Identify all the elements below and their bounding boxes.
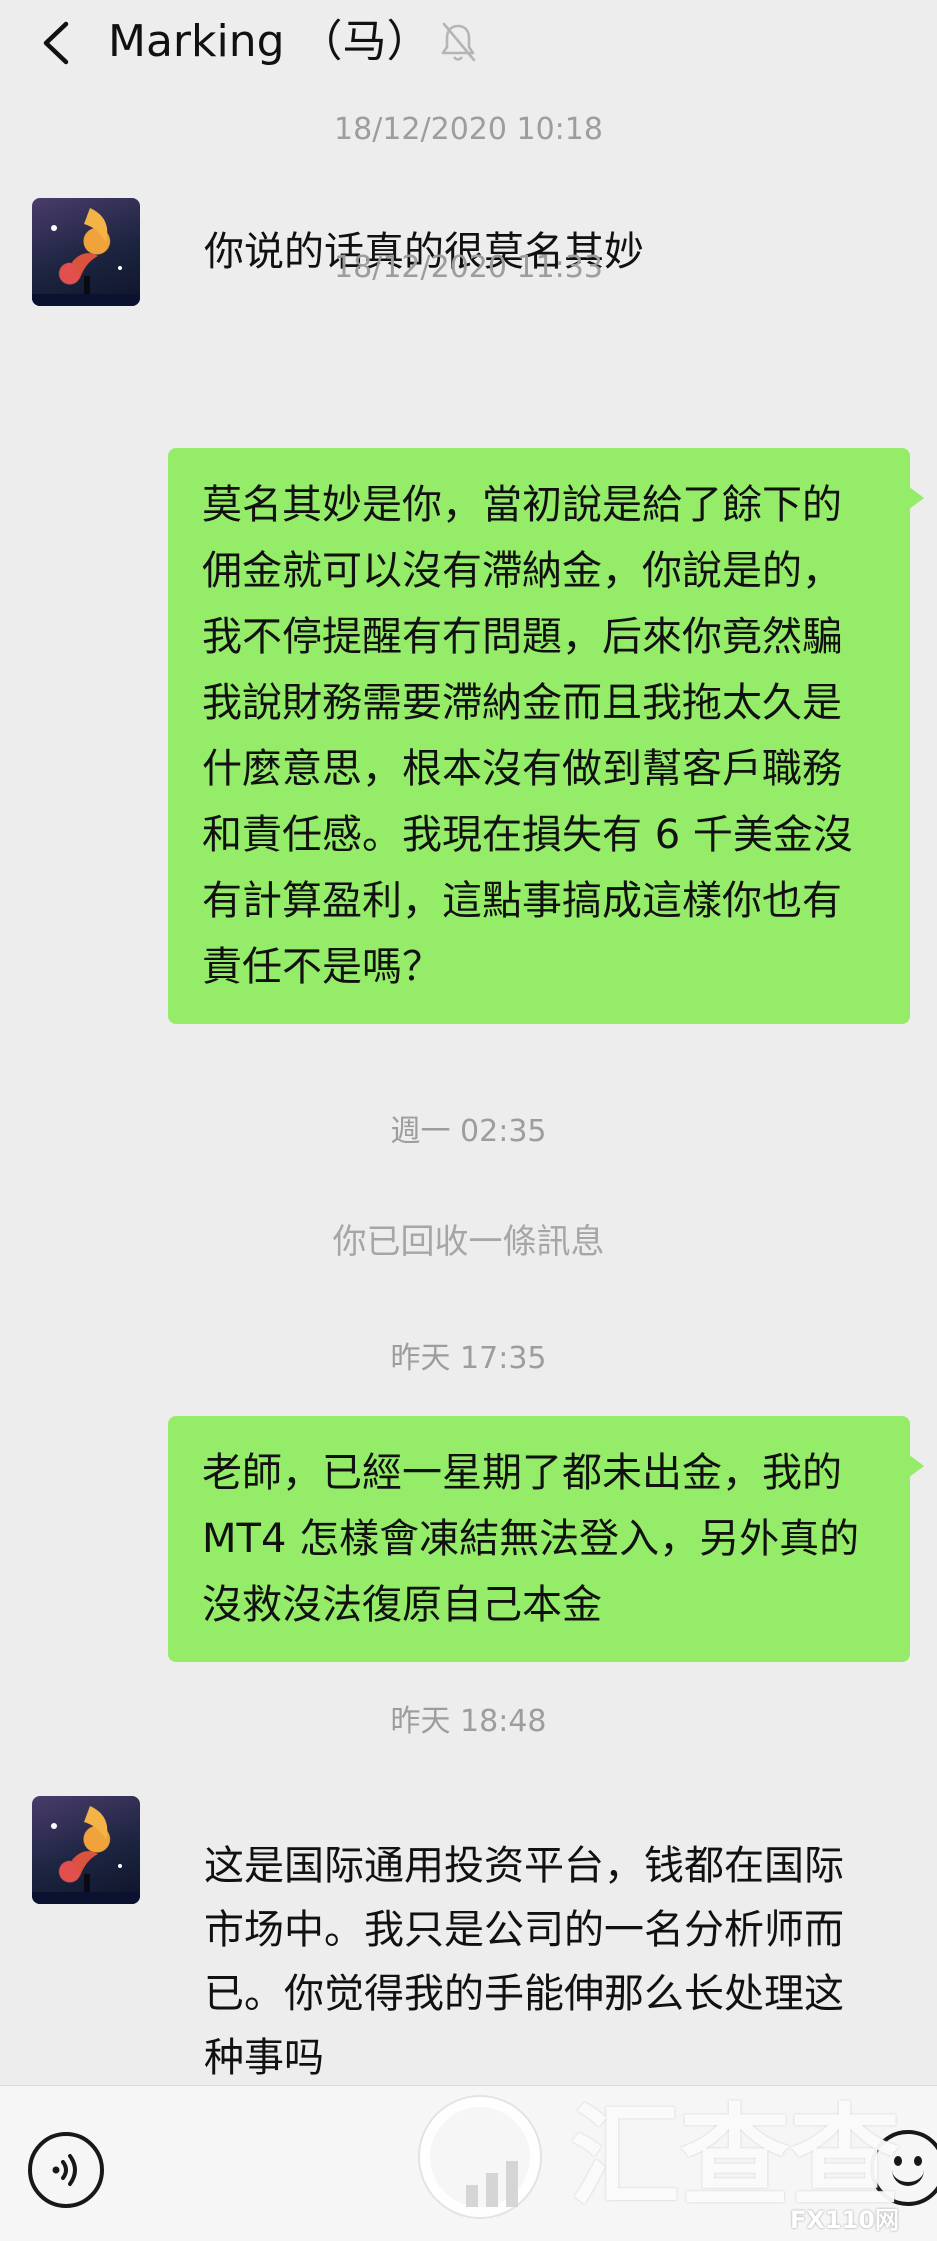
chevron-left-icon xyxy=(43,21,69,65)
watermark-corner: FX110网 xyxy=(790,2206,899,2234)
back-button[interactable] xyxy=(30,18,80,68)
bell-off-icon xyxy=(441,22,476,62)
timestamp: 昨天 17:35 xyxy=(390,1341,547,1376)
chat-screen: Marking （马） 18/12/2020 10:18 你说的话真的很莫名其妙… xyxy=(0,0,937,2241)
chat-title: Marking （马） xyxy=(108,16,431,67)
emoji-button[interactable] xyxy=(870,2130,937,2206)
recall-notice: 你已回收一條訊息 xyxy=(332,1222,605,1262)
avatar-image xyxy=(32,1806,140,1904)
timestamp: 週一 02:35 xyxy=(390,1114,547,1149)
chat-header: Marking （马） xyxy=(0,0,937,86)
sent-message[interactable]: 老師，已經一星期了都未出金，我的 MT4 怎樣會凍結無法登入，另外真的沒救沒法復… xyxy=(168,1416,924,1662)
timestamp: 18/12/2020 11:33 xyxy=(334,250,603,285)
timestamp: 昨天 18:48 xyxy=(390,1704,547,1739)
voice-button[interactable] xyxy=(28,2132,104,2208)
received-message[interactable]: 这是国际通用投资平台，钱都在国际市场中。我只是公司的一名分析师而已。你觉得我的手… xyxy=(180,1818,900,2106)
timestamp: 18/12/2020 10:18 xyxy=(334,112,603,147)
sent-message[interactable]: 莫名其妙是你，當初說是給了餘下的佣金就可以沒有滯納金，你說是的，我不停提醒有冇問… xyxy=(168,448,924,1024)
avatar[interactable] xyxy=(32,1796,140,1904)
voice-icon xyxy=(52,2154,77,2186)
message-list[interactable]: 18/12/2020 10:18 你说的话真的很莫名其妙 18/12/2020 … xyxy=(0,86,937,2085)
